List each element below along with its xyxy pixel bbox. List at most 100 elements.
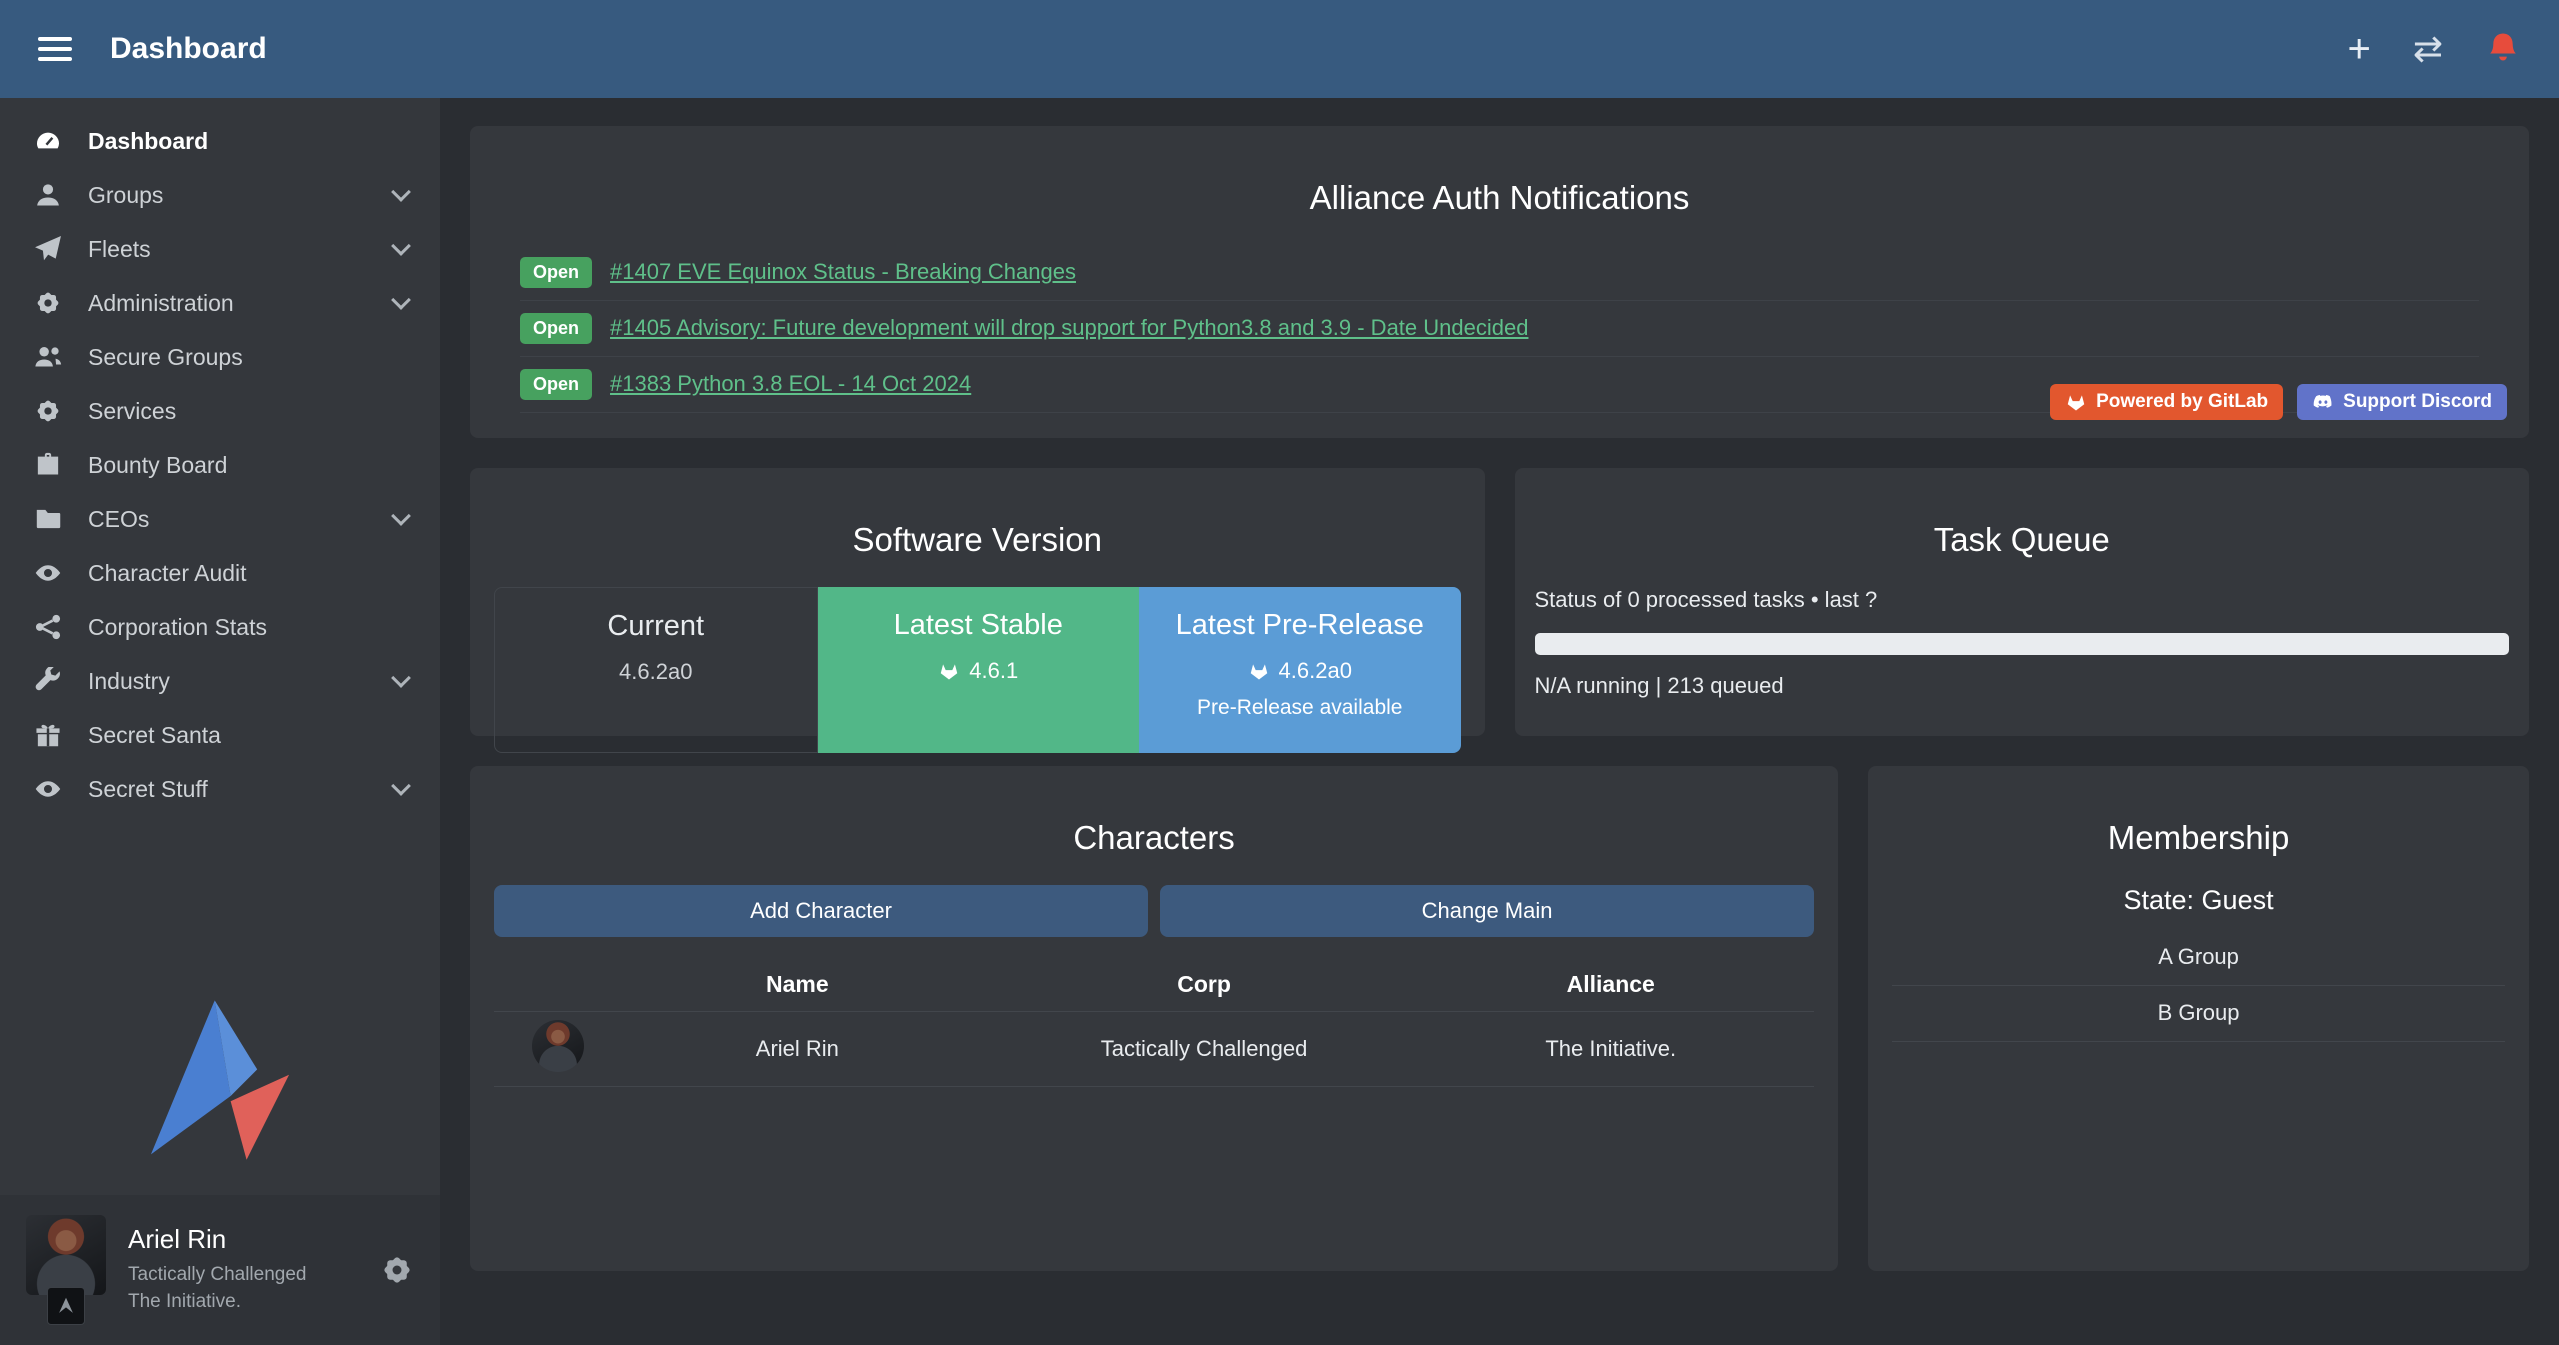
sidebar-item-label: Bounty Board — [88, 452, 227, 479]
top-navbar: Dashboard + ⇄ — [0, 0, 2559, 98]
sidebar-item-ceos[interactable]: CEOs — [0, 492, 440, 546]
sidebar-item-bounty-board[interactable]: Bounty Board — [0, 438, 440, 492]
notification-link[interactable]: #1383 Python 3.8 EOL - 14 Oct 2024 — [610, 371, 971, 397]
gauge-icon — [32, 127, 64, 155]
sidebar-item-label: Dashboard — [88, 128, 208, 155]
sidebar-item-administration[interactable]: Administration — [0, 276, 440, 330]
sidebar-item-label: Secret Stuff — [88, 776, 208, 803]
gitlab-badge-label: Powered by GitLab — [2096, 391, 2268, 413]
sidebar-item-corporation-stats[interactable]: Corporation Stats — [0, 600, 440, 654]
membership-title: Membership — [1868, 793, 2529, 857]
alliance-auth-logo — [135, 995, 305, 1165]
status-badge: Open — [520, 313, 592, 344]
sidebar-item-label: Secret Santa — [88, 722, 221, 749]
sidebar-item-services[interactable]: Services — [0, 384, 440, 438]
chevron-down-icon — [391, 506, 411, 526]
users-icon — [32, 343, 64, 371]
gitlab-icon — [2065, 391, 2087, 413]
version-prerelease-value: 4.6.2a0 — [1279, 658, 1352, 684]
notification-row: Open #1405 Advisory: Future development … — [520, 301, 2479, 357]
task-queue-status: Status of 0 processed tasks • last ? — [1535, 587, 2510, 613]
folder-icon — [32, 505, 64, 533]
page-title: Dashboard — [110, 32, 267, 66]
gitlab-icon — [938, 660, 960, 682]
discord-icon — [2312, 391, 2334, 413]
version-stable: Latest Stable 4.6.1 — [818, 587, 1140, 753]
sidebar-item-label: Secure Groups — [88, 344, 243, 371]
chevron-down-icon — [391, 290, 411, 310]
character-alliance: The Initiative. — [1407, 1036, 1814, 1062]
table-header-row: Name Corp Alliance — [494, 959, 1814, 1012]
sidebar-item-secret-stuff[interactable]: Secret Stuff — [0, 762, 440, 816]
sidebar-item-label: Administration — [88, 290, 234, 317]
user-icon — [32, 181, 64, 209]
add-character-button[interactable]: Add Character — [494, 885, 1148, 937]
characters-title: Characters — [470, 793, 1838, 857]
sidebar-item-label: Character Audit — [88, 560, 247, 587]
character-avatar — [532, 1020, 584, 1072]
sidebar-item-secure-groups[interactable]: Secure Groups — [0, 330, 440, 384]
version-prerelease-note: Pre-Release available — [1197, 696, 1402, 720]
version-current-value: 4.6.2a0 — [619, 659, 692, 685]
software-version-card: Software Version Current 4.6.2a0 Latest … — [470, 468, 1485, 736]
chevron-down-icon — [391, 236, 411, 256]
discord-badge[interactable]: Support Discord — [2297, 384, 2507, 420]
shuffle-icon[interactable]: ⇄ — [2413, 31, 2443, 67]
characters-card: Characters Add Character Change Main Nam… — [470, 766, 1838, 1271]
settings-gear-icon[interactable] — [380, 1253, 414, 1287]
main-content: Alliance Auth Notifications Open #1407 E… — [440, 98, 2559, 1345]
notifications-card: Alliance Auth Notifications Open #1407 E… — [470, 126, 2529, 438]
briefcase-icon — [32, 451, 64, 479]
notification-link[interactable]: #1407 EVE Equinox Status - Breaking Chan… — [610, 259, 1076, 285]
sidebar-item-fleets[interactable]: Fleets — [0, 222, 440, 276]
task-queue-title: Task Queue — [1515, 495, 2530, 559]
task-queue-progressbar — [1535, 633, 2510, 655]
sidebar-item-label: Groups — [88, 182, 163, 209]
membership-state: State: Guest — [1868, 885, 2529, 916]
sidebar-item-character-audit[interactable]: Character Audit — [0, 546, 440, 600]
task-queue-card: Task Queue Status of 0 processed tasks •… — [1515, 468, 2530, 736]
sidebar-item-secret-santa[interactable]: Secret Santa — [0, 708, 440, 762]
version-prerelease-label: Latest Pre-Release — [1176, 609, 1424, 642]
user-name: Ariel Rin — [128, 1224, 307, 1255]
chevron-down-icon — [391, 182, 411, 202]
eye-icon — [32, 559, 64, 587]
col-header-alliance: Alliance — [1407, 971, 1814, 998]
chevron-down-icon — [391, 776, 411, 796]
sidebar-item-label: Corporation Stats — [88, 614, 267, 641]
group-row: B Group — [1892, 986, 2505, 1042]
version-stable-label: Latest Stable — [894, 609, 1063, 642]
table-row: Ariel Rin Tactically Challenged The Init… — [494, 1012, 1814, 1087]
sidebar: Dashboard Groups Fleets Administration S… — [0, 98, 440, 1345]
sidebar-item-dashboard[interactable]: Dashboard — [0, 114, 440, 168]
notification-bell-icon[interactable] — [2485, 31, 2521, 67]
software-version-title: Software Version — [470, 495, 1485, 559]
add-icon[interactable]: + — [2347, 29, 2370, 69]
menu-toggle-button[interactable] — [38, 26, 84, 72]
sidebar-item-industry[interactable]: Industry — [0, 654, 440, 708]
status-badge: Open — [520, 257, 592, 288]
gift-icon — [32, 721, 64, 749]
version-stable-value: 4.6.1 — [969, 658, 1018, 684]
sidebar-item-groups[interactable]: Groups — [0, 168, 440, 222]
user-corp: Tactically Challenged — [128, 1262, 307, 1289]
gear-icon — [32, 289, 64, 317]
gitlab-badge[interactable]: Powered by GitLab — [2050, 384, 2283, 420]
group-row: A Group — [1892, 930, 2505, 986]
wrench-icon — [32, 667, 64, 695]
sidebar-item-label: CEOs — [88, 506, 149, 533]
user-panel: Ariel Rin Tactically Challenged The Init… — [0, 1195, 440, 1345]
version-current-label: Current — [607, 610, 704, 643]
membership-groups: A Group B Group — [1892, 930, 2505, 1042]
discord-badge-label: Support Discord — [2343, 391, 2492, 413]
character-name: Ariel Rin — [594, 1036, 1001, 1062]
user-alliance: The Initiative. — [128, 1289, 307, 1316]
change-main-button[interactable]: Change Main — [1160, 885, 1814, 937]
characters-table: Name Corp Alliance Ariel Rin Tactically … — [494, 959, 1814, 1087]
corp-logo — [47, 1287, 85, 1325]
task-queue-counts: N/A running | 213 queued — [1535, 673, 2510, 699]
sidebar-item-label: Industry — [88, 668, 170, 695]
notification-link[interactable]: #1405 Advisory: Future development will … — [610, 315, 1528, 341]
character-corp: Tactically Challenged — [1001, 1036, 1408, 1062]
share-icon — [32, 613, 64, 641]
